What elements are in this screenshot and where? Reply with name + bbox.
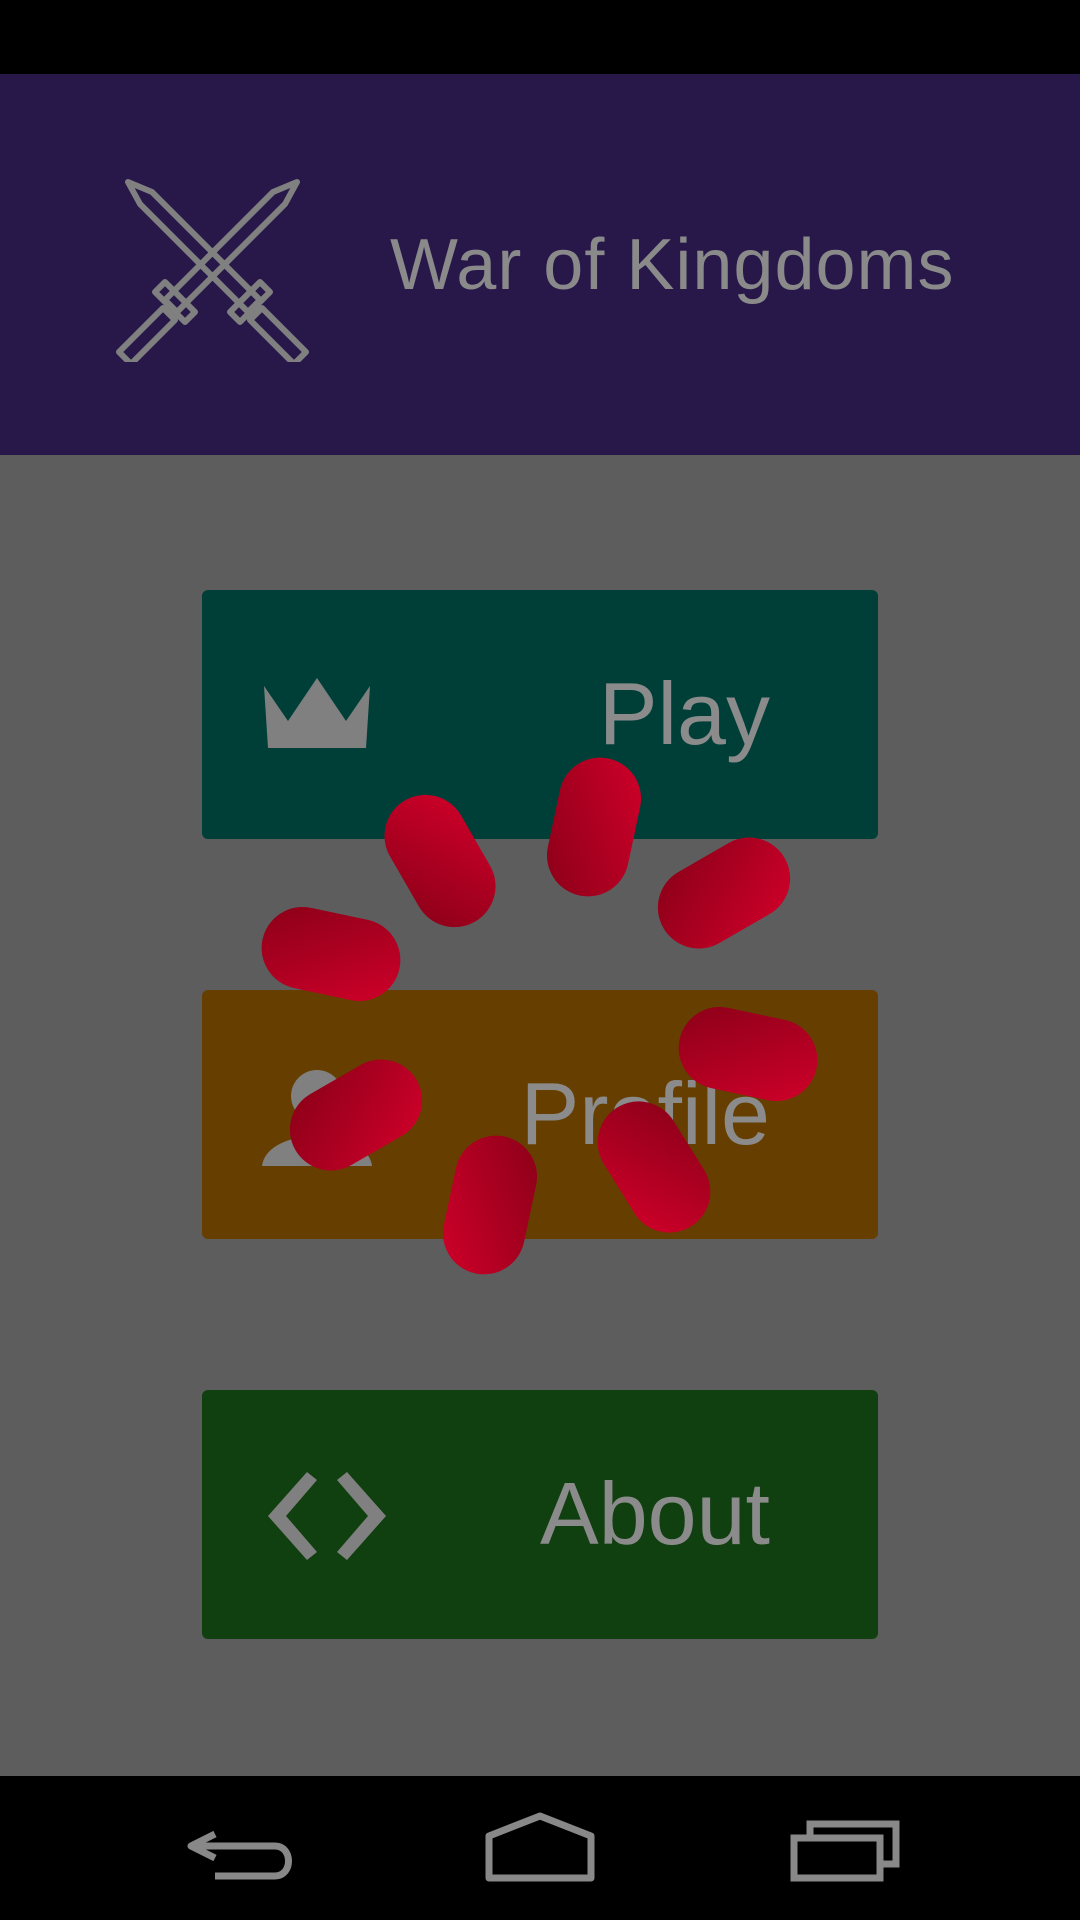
home-icon[interactable] (475, 1796, 605, 1896)
app-title: War of Kingdoms (390, 225, 955, 305)
crown-icon (264, 678, 370, 748)
profile-button-label: Profile (520, 1064, 770, 1163)
about-button-label: About (540, 1464, 770, 1563)
recent-apps-icon[interactable] (780, 1796, 910, 1896)
profile-button[interactable]: Profile (202, 990, 878, 1239)
navigation-bar (0, 1776, 1080, 1920)
code-brackets-icon (268, 1472, 386, 1560)
play-button-label: Play (598, 664, 770, 763)
about-button[interactable]: About (202, 1390, 878, 1639)
play-button[interactable]: Play (202, 590, 878, 839)
app-header: War of Kingdoms (0, 74, 1080, 455)
back-arrow-icon[interactable] (175, 1796, 305, 1896)
status-bar (0, 0, 1080, 74)
crossed-swords-icon (116, 179, 309, 362)
person-icon (262, 1070, 372, 1166)
